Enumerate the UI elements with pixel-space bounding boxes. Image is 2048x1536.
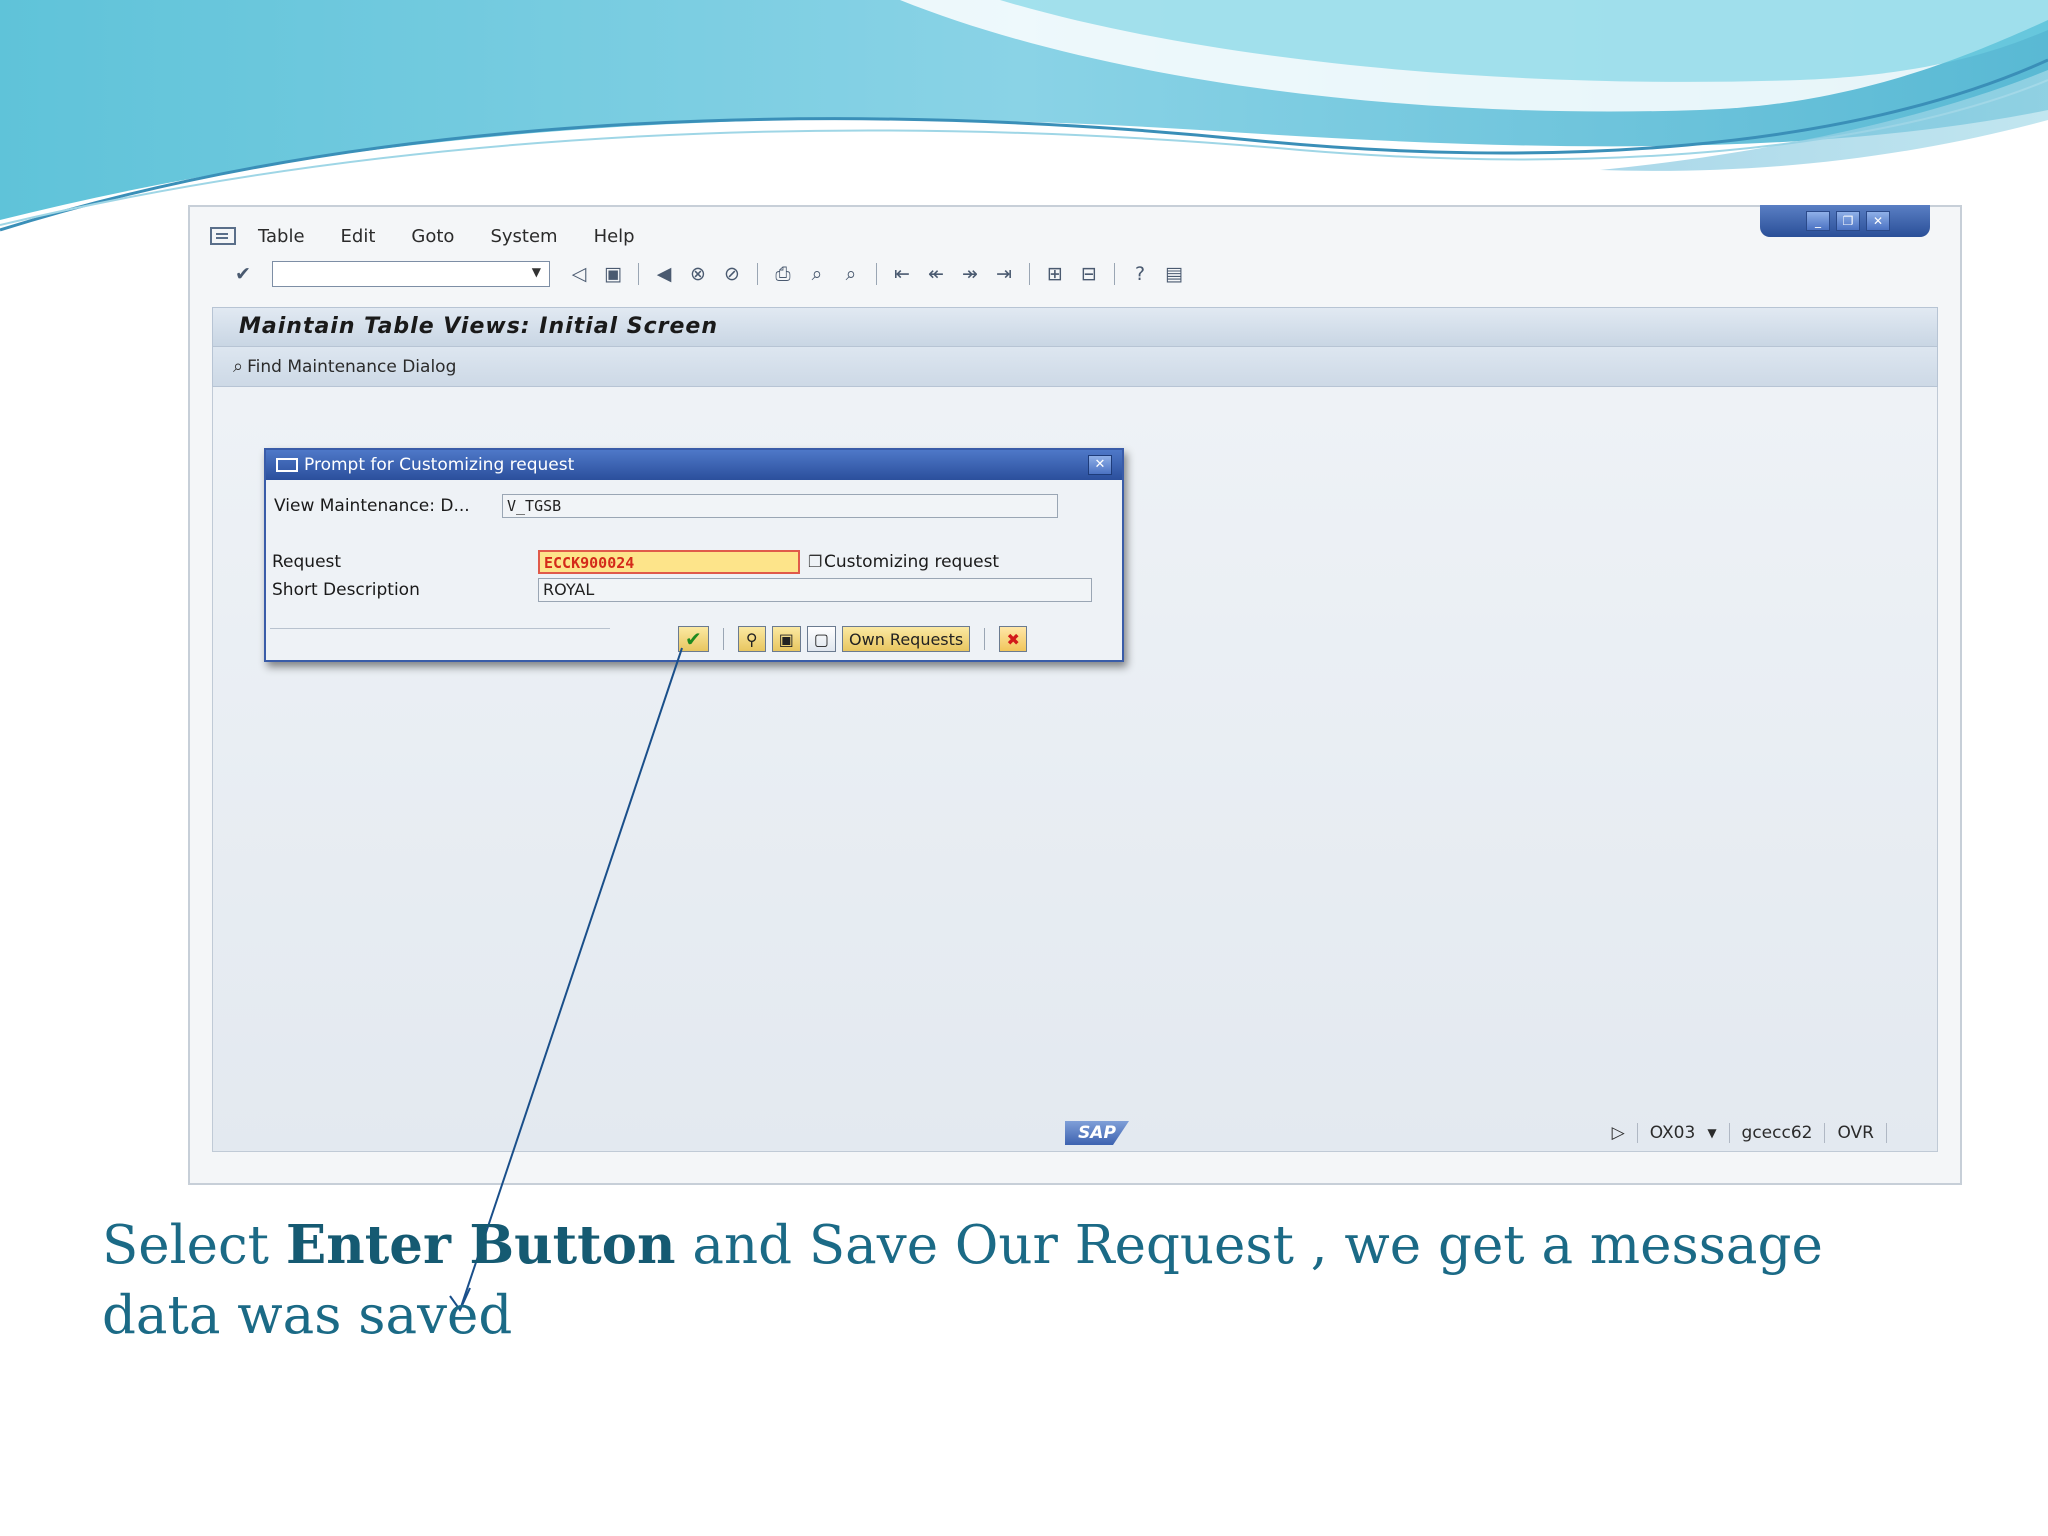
toolbar-separator: [1114, 263, 1115, 285]
own-requests-button[interactable]: Own Requests: [842, 626, 971, 652]
status-separator: [1824, 1123, 1826, 1143]
exit-icon[interactable]: ⊗: [685, 262, 711, 286]
system-menu-icon[interactable]: [210, 227, 236, 245]
short-description-label: Short Description: [272, 580, 420, 600]
request-hierarchy-icon[interactable]: ⚲: [737, 626, 766, 652]
find-maintenance-dialog-button[interactable]: Find Maintenance Dialog: [247, 357, 456, 377]
caption-bold: Enter Button: [285, 1214, 676, 1276]
shortcut-icon[interactable]: ⊟: [1076, 262, 1102, 286]
help-icon[interactable]: ?: [1127, 262, 1153, 286]
dialog-title-bar: Prompt for Customizing request ✕: [266, 450, 1122, 480]
view-maintenance-field: V_TGSB: [502, 494, 1058, 518]
dialog-divider: [270, 628, 610, 629]
system-name: gcecc62: [1741, 1123, 1813, 1143]
button-separator: [722, 628, 724, 650]
dialog-title: Prompt for Customizing request: [304, 455, 575, 475]
menu-goto[interactable]: Goto: [411, 226, 454, 247]
request-input[interactable]: ECCK900024: [538, 550, 800, 574]
cancel-icon[interactable]: ⊘: [719, 262, 745, 286]
menu-help[interactable]: Help: [594, 226, 635, 247]
standard-toolbar: ✔ ◁ ▣ ◀ ⊗ ⊘ ⎙ ⌕ ⌕ ⇤ ↞ ↠ ⇥ ⊞ ⊟ ? ▤: [230, 257, 1187, 291]
back-icon[interactable]: ◀: [651, 262, 677, 286]
status-expand-icon[interactable]: ▷: [1612, 1123, 1625, 1143]
minimize-icon[interactable]: _: [1806, 211, 1830, 231]
short-description-field: ROYAL: [538, 578, 1092, 602]
print-icon[interactable]: ⎙: [770, 262, 796, 286]
dialog-icon: [276, 458, 298, 472]
status-separator: [1636, 1123, 1638, 1143]
insert-mode: OVR: [1837, 1123, 1874, 1143]
binoculars-icon[interactable]: ⌕: [233, 356, 243, 377]
enter-button[interactable]: ✔: [678, 626, 709, 652]
toolbar-separator: [876, 263, 877, 285]
status-bar: SAP ▷ OX03 ▼ gcecc62 OVR: [213, 1119, 1937, 1151]
customizing-request-dialog: Prompt for Customizing request ✕ View Ma…: [264, 448, 1124, 662]
menu-table[interactable]: Table: [258, 226, 305, 247]
request-label: Request: [272, 552, 342, 572]
menu-system[interactable]: System: [490, 226, 557, 247]
dialog-button-row: ✔ ⚲ ▣ ▢ Own Requests ✖: [678, 626, 1028, 652]
enter-check-icon[interactable]: ✔: [230, 262, 256, 286]
request-type-label: Customizing request: [824, 552, 1000, 572]
save-request-icon[interactable]: ▣: [771, 626, 801, 652]
window-controls: _ ❐ ✕: [1760, 205, 1930, 237]
status-fields: ▷ OX03 ▼ gcecc62 OVR: [1612, 1123, 1887, 1143]
toolbar-separator: [1029, 263, 1030, 285]
status-separator: [1886, 1123, 1887, 1143]
screen-title-bar: Maintain Table Views: Initial Screen: [212, 307, 1938, 347]
caption-text-1: Select: [102, 1215, 286, 1276]
view-maintenance-label: View Maintenance: D...: [274, 496, 470, 516]
toolbar-separator: [757, 263, 758, 285]
sap-window: _ ❐ ✕ Table Edit Goto System Help ✔ ◁ ▣ …: [188, 205, 1962, 1185]
menu-edit[interactable]: Edit: [341, 226, 376, 247]
page-title: Maintain Table Views: Initial Screen: [239, 314, 718, 339]
dialog-close-icon[interactable]: ✕: [1088, 455, 1112, 475]
previous-page-icon[interactable]: ↞: [923, 262, 949, 286]
find-next-icon[interactable]: ⌕: [838, 262, 864, 286]
slide-caption: Select Enter Button and Save Our Request…: [102, 1210, 1902, 1351]
next-page-icon[interactable]: ↠: [957, 262, 983, 286]
save-icon[interactable]: ▣: [600, 262, 626, 286]
button-separator: [984, 628, 986, 650]
restore-icon[interactable]: ❐: [1836, 211, 1860, 231]
menubar: Table Edit Goto System Help: [210, 221, 671, 251]
transaction-code: OX03: [1649, 1123, 1696, 1143]
find-icon[interactable]: ⌕: [804, 262, 830, 286]
back-triangle-icon[interactable]: ◁: [566, 262, 592, 286]
cancel-button[interactable]: ✖: [999, 626, 1028, 652]
toolbar-separator: [638, 263, 639, 285]
new-request-icon[interactable]: ▢: [806, 626, 837, 652]
command-field[interactable]: [272, 261, 550, 287]
status-separator: [1728, 1123, 1730, 1143]
close-icon[interactable]: ✕: [1866, 211, 1890, 231]
new-session-icon[interactable]: ⊞: [1042, 262, 1068, 286]
chevron-down-icon[interactable]: ▼: [1707, 1126, 1716, 1140]
create-request-icon[interactable]: ❐: [808, 552, 822, 571]
first-page-icon[interactable]: ⇤: [889, 262, 915, 286]
application-toolbar: ⌕ Find Maintenance Dialog: [212, 347, 1938, 387]
layout-menu-icon[interactable]: ▤: [1161, 262, 1187, 286]
sap-logo: SAP: [1065, 1121, 1129, 1145]
last-page-icon[interactable]: ⇥: [991, 262, 1017, 286]
